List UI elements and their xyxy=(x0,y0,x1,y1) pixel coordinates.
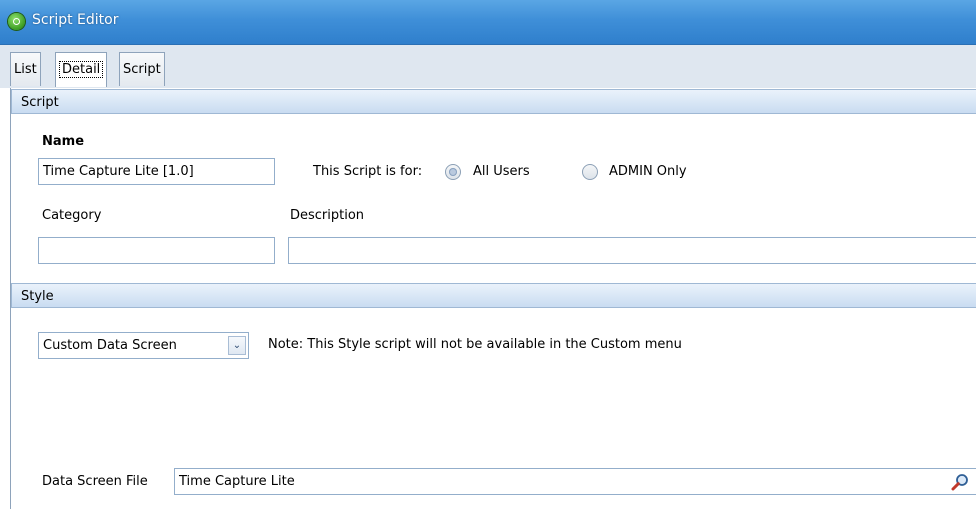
window-title: Script Editor xyxy=(32,12,119,28)
category-field[interactable] xyxy=(38,237,275,264)
tab-script[interactable]: Script xyxy=(119,52,165,86)
admin-only-label[interactable]: ADMIN Only xyxy=(609,164,687,179)
tab-detail-label: Detail xyxy=(59,61,104,78)
tab-list-label: List xyxy=(14,62,37,77)
title-bar: Script Editor xyxy=(0,0,976,45)
style-note: Note: This Style script will not be avai… xyxy=(268,337,682,352)
data-screen-file-field[interactable]: Time Capture Lite xyxy=(174,468,976,495)
tab-script-label: Script xyxy=(123,62,161,77)
all-users-radio[interactable] xyxy=(445,164,461,180)
admin-only-radio[interactable] xyxy=(582,164,598,180)
app-logo-icon xyxy=(8,13,25,30)
style-select[interactable]: Custom Data Screen ⌄ xyxy=(38,332,249,359)
name-field[interactable]: Time Capture Lite [1.0] xyxy=(38,158,275,185)
style-select-value: Custom Data Screen xyxy=(43,338,177,353)
magnifier-search-icon[interactable] xyxy=(950,472,970,492)
data-screen-file-label: Data Screen File xyxy=(42,474,148,489)
script-for-label: This Script is for: xyxy=(313,164,423,179)
data-screen-file-value: Time Capture Lite xyxy=(179,474,295,489)
description-label: Description xyxy=(290,208,365,223)
name-label: Name xyxy=(42,134,85,149)
tab-list[interactable]: List xyxy=(10,52,41,86)
chevron-down-icon[interactable]: ⌄ xyxy=(228,336,246,355)
script-section-header: Script xyxy=(11,89,976,114)
all-users-label[interactable]: All Users xyxy=(473,164,530,179)
description-field[interactable] xyxy=(288,237,976,264)
tab-detail[interactable]: Detail xyxy=(55,52,108,87)
style-section-header: Style xyxy=(11,283,976,308)
category-label: Category xyxy=(42,208,102,223)
